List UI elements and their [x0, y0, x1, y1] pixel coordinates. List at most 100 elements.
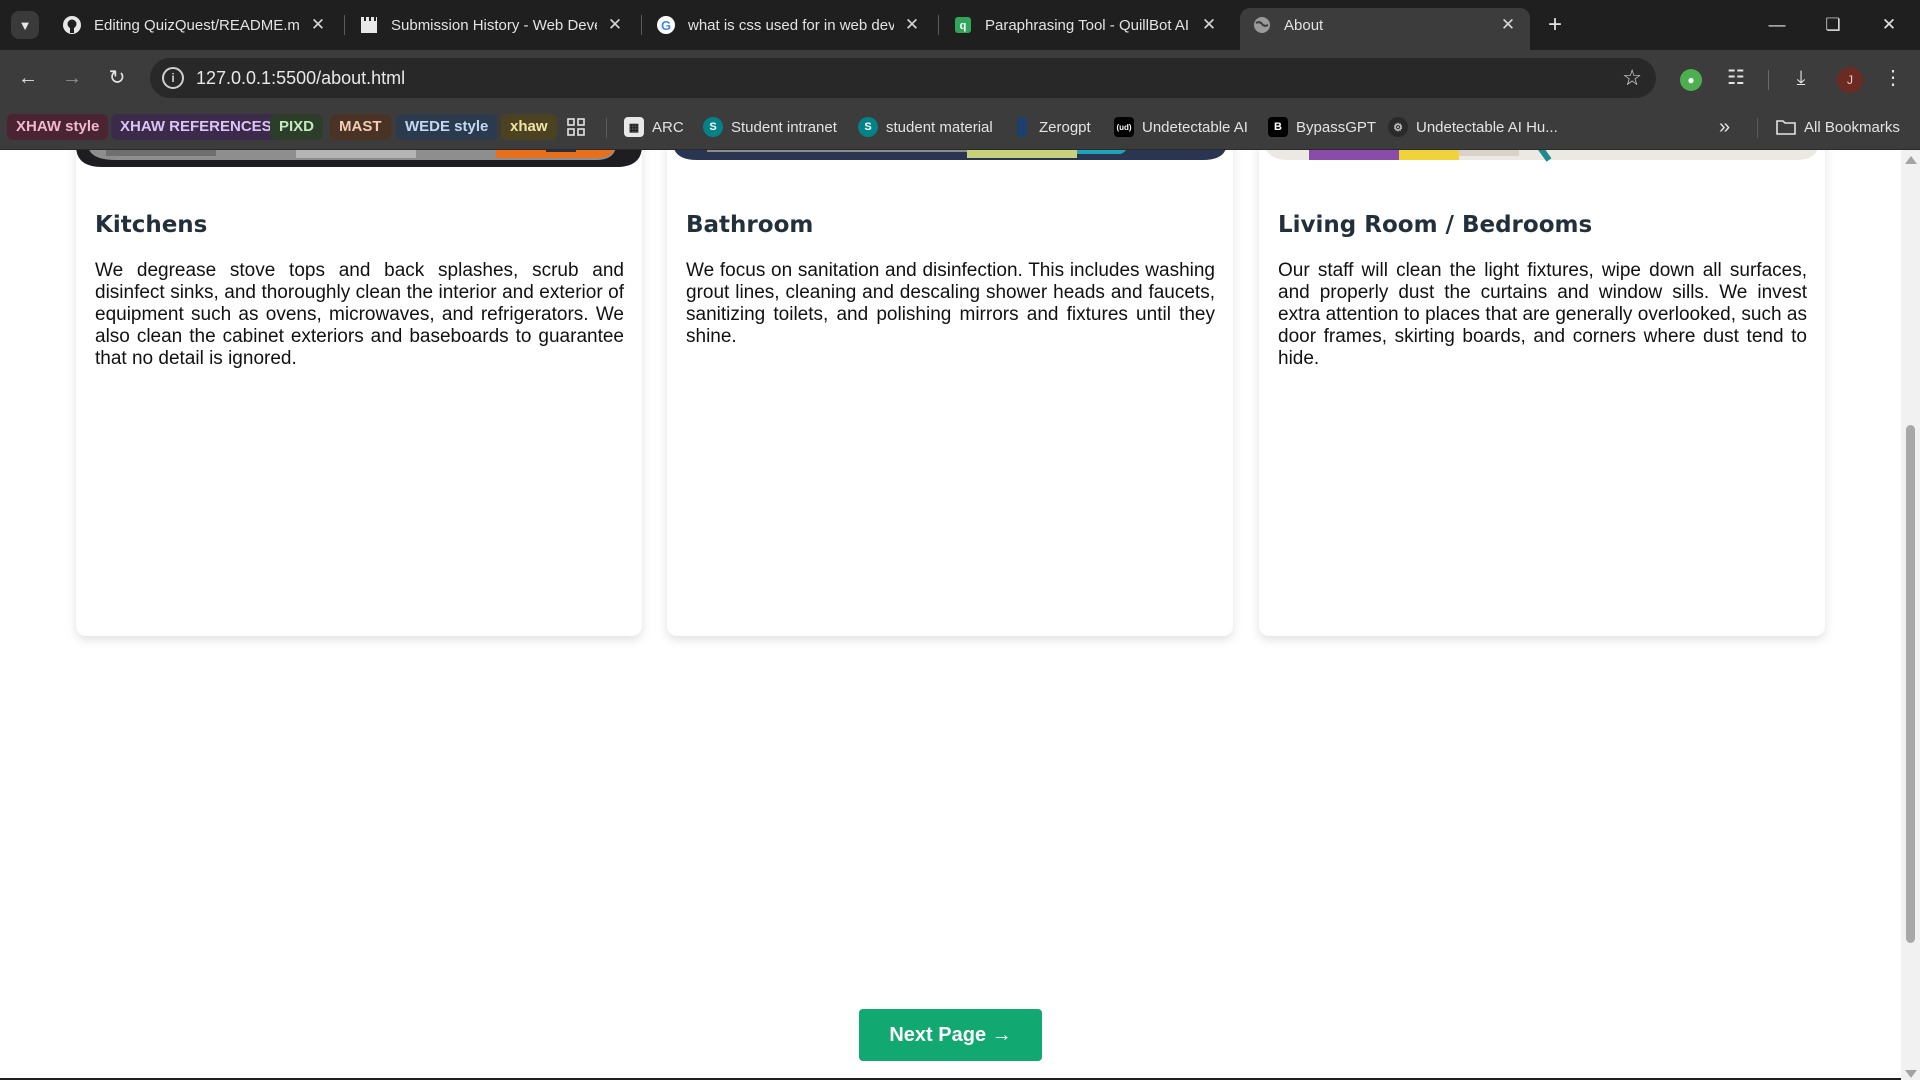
arrow-left-icon: ←	[18, 67, 38, 89]
apps-grid-icon[interactable]	[566, 114, 586, 140]
clapperboard-icon	[359, 15, 379, 35]
bookmark-label: Student intranet	[731, 118, 837, 136]
bathroom-photo	[667, 150, 1233, 167]
close-icon: ✕	[1881, 15, 1897, 34]
github-icon	[62, 15, 82, 35]
scroll-down-arrow-icon[interactable]	[1905, 1070, 1917, 1078]
tab-divider	[938, 15, 939, 35]
bookmark-label: ARC	[652, 118, 684, 136]
bookmark-bypassgpt[interactable]: B BypassGPT	[1268, 114, 1376, 140]
card-title: Bathroom	[686, 212, 814, 238]
extensions-puzzle-icon[interactable]: ☷	[1722, 64, 1750, 92]
bookmark-label: student material	[886, 118, 993, 136]
new-tab-button[interactable]: +	[1541, 11, 1569, 39]
tab-search-button[interactable]: ▼	[11, 11, 39, 39]
reload-button[interactable]: ↻	[103, 64, 131, 92]
bookmark-undetectable-ai-humanizer[interactable]: ⚙ Undetectable AI Hu...	[1388, 114, 1558, 140]
arrow-right-icon: →	[62, 67, 82, 89]
tab-title: Paraphrasing Tool - QuillBot AI	[985, 16, 1190, 34]
tab-divider	[641, 15, 642, 35]
svg-text:q: q	[960, 20, 967, 32]
download-icon[interactable]: ⤓	[1787, 64, 1815, 92]
close-icon[interactable]: ✕	[1199, 15, 1219, 35]
site-info-icon[interactable]: i	[162, 67, 184, 89]
living-room-photo	[1259, 150, 1825, 167]
tab-google-search[interactable]: G what is css used for in web deve ✕	[644, 8, 934, 42]
service-card-living-room-bedrooms: Living Room / Bedrooms Our staff will cl…	[1259, 150, 1825, 636]
url-text[interactable]: 127.0.0.1:5500/about.html	[196, 68, 405, 89]
restore-button[interactable]: ❏	[1810, 8, 1856, 42]
clapperboard-icon: ▦	[624, 117, 644, 137]
bookmark-label: Zerogpt	[1039, 118, 1091, 136]
more-menu-icon[interactable]: ⋮	[1879, 64, 1907, 92]
globe-icon	[1252, 15, 1272, 35]
card-description: We degrease stove tops and back splashes…	[95, 260, 624, 369]
close-icon[interactable]: ✕	[1498, 15, 1518, 35]
minimize-icon: —	[1768, 15, 1786, 34]
address-bar[interactable]: i 127.0.0.1:5500/about.html ☆	[150, 58, 1656, 98]
extension-icon[interactable]: ●	[1680, 69, 1702, 91]
browser-toolbar: ← → ↻ i 127.0.0.1:5500/about.html ☆	[0, 50, 1920, 106]
star-icon[interactable]: ☆	[1622, 65, 1642, 91]
page-viewport: Kitchens We degrease stove tops and back…	[0, 150, 1901, 1080]
kitchen-photo	[76, 150, 642, 167]
bookmark-folder-xhaw[interactable]: xhaw	[501, 114, 557, 140]
sharepoint-icon: S	[858, 117, 878, 137]
reload-icon: ↻	[108, 67, 126, 89]
google-icon: G	[656, 15, 676, 35]
folder-icon	[1776, 117, 1796, 137]
humanizer-icon: ⚙	[1388, 117, 1408, 137]
tab-title: Submission History - Web Deve	[391, 16, 597, 34]
page-scrollbar[interactable]	[1901, 150, 1920, 1080]
bookmark-arc[interactable]: ▦ ARC	[624, 114, 684, 140]
back-button[interactable]: ←	[14, 64, 42, 92]
quillbot-icon: q	[953, 15, 973, 35]
bookmark-folder-wede-style[interactable]: WEDE style	[396, 114, 498, 140]
bookmark-student-intranet[interactable]: S Student intranet	[703, 114, 837, 140]
tab-title: About	[1284, 16, 1324, 34]
tab-submission-history[interactable]: Submission History - Web Deve ✕	[347, 8, 637, 42]
bookmark-label: All Bookmarks	[1804, 118, 1900, 136]
forward-button[interactable]: →	[58, 64, 86, 92]
all-bookmarks-button[interactable]: All Bookmarks	[1776, 114, 1900, 140]
service-card-bathroom: Bathroom We focus on sanitation and disi…	[667, 150, 1233, 636]
scrollbar-thumb[interactable]	[1906, 425, 1915, 943]
undetectable-ai-icon: (ud)	[1114, 117, 1134, 137]
close-icon[interactable]: ✕	[902, 15, 922, 35]
double-chevron-right-icon: »	[1719, 115, 1731, 138]
toolbar-divider	[1768, 70, 1769, 90]
bypassgpt-icon: B	[1268, 117, 1288, 137]
bookmark-undetectable-ai[interactable]: (ud) Undetectable AI	[1114, 114, 1248, 140]
sharepoint-icon: S	[703, 117, 723, 137]
scroll-up-arrow-icon[interactable]	[1905, 156, 1917, 164]
card-title: Kitchens	[95, 212, 208, 238]
bookmark-zerogpt[interactable]: Zerogpt	[1017, 114, 1091, 140]
tab-divider	[344, 15, 345, 35]
bookmark-folder-mast[interactable]: MAST	[330, 114, 391, 140]
tab-quillbot[interactable]: q Paraphrasing Tool - QuillBot AI ✕	[941, 8, 1231, 42]
tab-github[interactable]: Editing QuizQuest/README.md ✕	[50, 8, 340, 42]
restore-icon: ❏	[1825, 15, 1841, 34]
bookmarks-divider	[606, 118, 607, 138]
minimize-button[interactable]: —	[1754, 8, 1800, 42]
more-bookmarks-button[interactable]: »	[1719, 114, 1730, 140]
zerogpt-icon	[1017, 117, 1027, 137]
bookmark-student-material[interactable]: S student material	[858, 114, 993, 140]
card-description: We focus on sanitation and disinfection.…	[686, 260, 1215, 347]
bookmark-folder-pixd[interactable]: PIXD	[270, 114, 324, 140]
chevron-down-icon: ▼	[18, 17, 32, 33]
bookmark-label: BypassGPT	[1296, 118, 1377, 136]
avatar[interactable]: J	[1837, 67, 1863, 93]
tab-about[interactable]: About ✕	[1240, 8, 1530, 50]
service-card-kitchens: Kitchens We degrease stove tops and back…	[76, 150, 642, 636]
close-icon[interactable]: ✕	[605, 15, 625, 35]
bookmark-label: Undetectable AI	[1142, 118, 1248, 136]
bookmarks-bar: XHAW style XHAW REFERENCES PIXD MAST WED…	[0, 106, 1920, 150]
bookmark-folder-xhaw-style[interactable]: XHAW style	[7, 114, 109, 140]
bookmarks-divider	[1757, 118, 1758, 138]
close-icon[interactable]: ✕	[308, 15, 328, 35]
close-window-button[interactable]: ✕	[1866, 8, 1912, 42]
next-page-button[interactable]: Next Page →	[859, 1009, 1042, 1061]
card-title: Living Room / Bedrooms	[1278, 212, 1593, 238]
bookmark-folder-xhaw-references[interactable]: XHAW REFERENCES	[111, 114, 281, 140]
